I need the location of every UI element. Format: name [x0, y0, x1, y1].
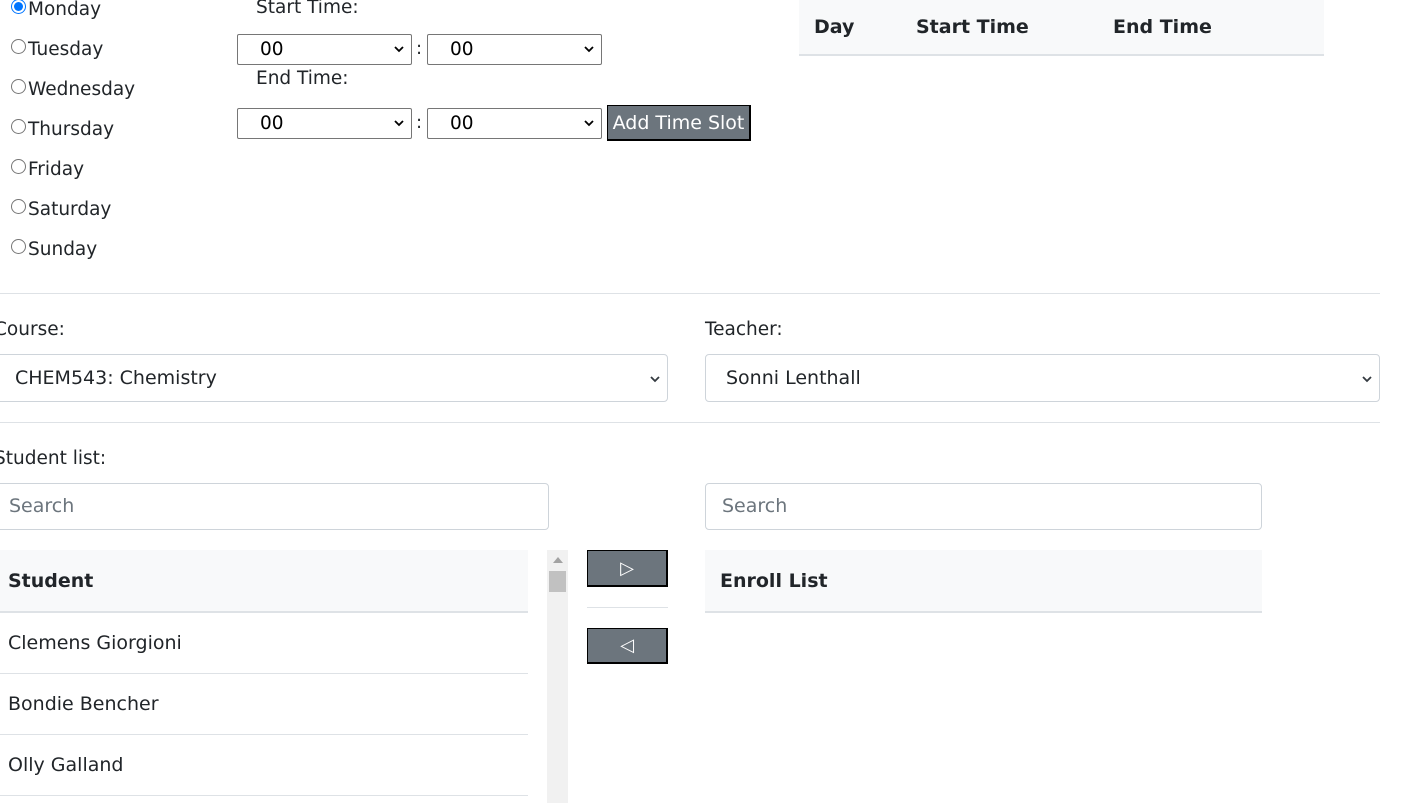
- transfer-divider: [587, 607, 668, 608]
- start-hour-select[interactable]: 00: [237, 34, 412, 65]
- column-header-enroll-list: Enroll List: [720, 569, 828, 592]
- day-label: Wednesday: [28, 78, 136, 100]
- column-header-day: Day: [814, 16, 855, 38]
- table-row[interactable]: Bondie Bencher: [0, 674, 528, 735]
- day-label: Sunday: [28, 238, 98, 260]
- day-option-friday[interactable]: Friday: [11, 157, 84, 181]
- section-divider: [0, 422, 1380, 423]
- unenroll-student-button[interactable]: ◁: [587, 628, 668, 664]
- time-separator: :: [416, 112, 423, 133]
- radio-saturday[interactable]: [11, 198, 26, 214]
- course-label: Course:: [0, 319, 65, 340]
- column-header-start-time: Start Time: [916, 16, 1029, 38]
- radio-sunday[interactable]: [11, 238, 26, 254]
- chevron-down-icon: [584, 46, 594, 53]
- day-label: Tuesday: [28, 38, 104, 60]
- student-list-label: Student list:: [0, 448, 107, 469]
- day-label: Friday: [28, 158, 85, 180]
- radio-tuesday[interactable]: [11, 38, 26, 54]
- teacher-select[interactable]: Sonni Lenthall: [705, 354, 1380, 402]
- day-option-monday[interactable]: Monday: [11, 0, 101, 21]
- chevron-down-icon: [650, 376, 660, 383]
- radio-friday[interactable]: [11, 158, 26, 174]
- end-hour-select[interactable]: 00: [237, 108, 412, 139]
- student-name: Clemens Giorgioni: [8, 632, 182, 654]
- column-header-student: Student: [8, 569, 94, 592]
- start-minute-select[interactable]: 00: [427, 34, 602, 65]
- chevron-down-icon: [394, 120, 404, 127]
- time-slots-table-header: Day Start Time End Time: [799, 0, 1324, 56]
- day-label: Saturday: [28, 198, 112, 220]
- chevron-down-icon: [394, 46, 404, 53]
- student-name: Bondie Bencher: [8, 693, 159, 715]
- day-option-wednesday[interactable]: Wednesday: [11, 77, 135, 101]
- course-selected-value: CHEM543: Chemistry: [15, 367, 217, 389]
- start-minute-value: 00: [450, 39, 474, 60]
- chevron-down-icon: [1362, 376, 1372, 383]
- table-row[interactable]: Olly Galland: [0, 735, 528, 796]
- time-separator: :: [416, 38, 423, 59]
- student-search-input[interactable]: Search: [0, 483, 549, 530]
- column-header-end-time: End Time: [1113, 16, 1212, 38]
- start-hour-value: 00: [260, 39, 284, 60]
- table-row[interactable]: Clemens Giorgioni: [0, 613, 528, 674]
- student-table-header: Student: [0, 550, 528, 613]
- enroll-table-header: Enroll List: [705, 550, 1262, 613]
- day-option-saturday[interactable]: Saturday: [11, 197, 111, 221]
- day-option-thursday[interactable]: Thursday: [11, 117, 114, 141]
- day-option-sunday[interactable]: Sunday: [11, 237, 97, 261]
- end-minute-select[interactable]: 00: [427, 108, 602, 139]
- day-label: Thursday: [28, 118, 115, 140]
- section-divider: [0, 293, 1380, 294]
- add-time-slot-button[interactable]: Add Time Slot: [607, 105, 751, 141]
- end-hour-value: 00: [260, 113, 284, 134]
- scrollbar-thumb[interactable]: [549, 571, 566, 592]
- radio-thursday[interactable]: [11, 118, 26, 134]
- radio-wednesday[interactable]: [11, 78, 26, 94]
- start-time-label: Start Time:: [256, 0, 359, 18]
- enroll-search-input[interactable]: Search: [705, 483, 1262, 530]
- chevron-down-icon: [584, 120, 594, 127]
- day-option-tuesday[interactable]: Tuesday: [11, 37, 103, 61]
- teacher-selected-value: Sonni Lenthall: [726, 367, 861, 389]
- teacher-label: Teacher:: [705, 319, 783, 340]
- student-name: Olly Galland: [8, 754, 124, 776]
- enroll-student-button[interactable]: ▷: [587, 550, 668, 587]
- play-right-icon: ▷: [620, 557, 634, 579]
- end-minute-value: 00: [450, 113, 474, 134]
- play-left-icon: ◁: [620, 635, 634, 656]
- end-time-label: End Time:: [256, 68, 349, 89]
- scroll-up-arrow-icon[interactable]: [553, 557, 563, 563]
- course-select[interactable]: CHEM543: Chemistry: [0, 354, 668, 402]
- day-label: Monday: [28, 0, 102, 20]
- radio-monday[interactable]: [11, 0, 26, 14]
